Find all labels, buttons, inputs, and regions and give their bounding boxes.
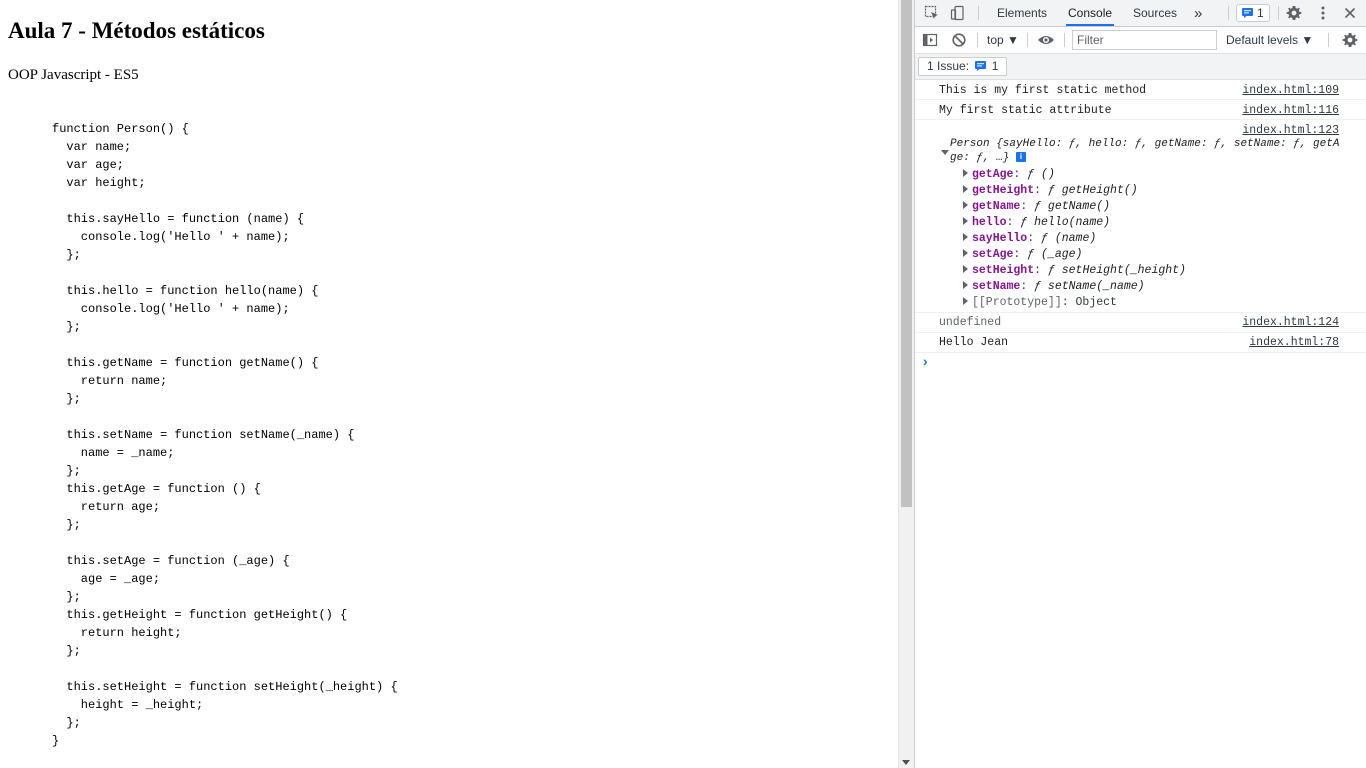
expand-triangle-icon[interactable] [963,233,968,241]
object-property-row[interactable]: setName: ƒ setName(_name) [963,280,1145,293]
issues-count: 1 [1257,6,1264,20]
log-levels-dropdown[interactable]: Default levels ▼ [1226,33,1313,47]
more-tabs-button[interactable]: » [1192,0,1204,26]
tab-sources[interactable]: Sources [1131,0,1179,26]
object-property-row[interactable]: setHeight: ƒ setHeight(_height) [963,264,1186,277]
object-property-row[interactable]: getName: ƒ getName() [963,200,1110,213]
filter-input[interactable] [1072,30,1217,50]
expand-triangle-icon[interactable] [963,281,968,289]
object-property-row[interactable]: setAge: ƒ (_age) [963,248,1082,261]
devtools-panel: Elements Console Sources » 1 top ▼ Filte… [914,0,1366,768]
show-sidebar-icon[interactable] [922,32,938,48]
console-message: Hello Jean index.html:78 [915,333,1366,353]
toolbar-divider [1228,6,1229,20]
close-icon[interactable] [1342,5,1358,21]
source-link[interactable]: index.html:124 [1242,316,1339,329]
console-output: This is my first static method index.htm… [915,80,1366,353]
live-expression-eye-icon[interactable] [1037,32,1054,48]
object-property-row[interactable]: getAge: ƒ () [963,168,1055,181]
scrollbar-thumb[interactable] [901,0,912,507]
source-link[interactable]: index.html:78 [1249,336,1339,349]
console-object-message: index.html:123 Person {sayHello: ƒ, hell… [915,120,1366,313]
source-link[interactable]: index.html:109 [1242,84,1339,97]
context-selector[interactable]: top ▼ [987,33,1019,47]
page-title: Aula 7 - Métodos estáticos [8,18,265,43]
tab-elements[interactable]: Elements [995,0,1049,26]
console-message: My first static attribute index.html:116 [915,100,1366,120]
expand-triangle-icon[interactable] [963,249,968,257]
console-message-text: This is my first static method [939,84,1147,97]
issues-bar: 1 Issue: 1 [915,54,1366,80]
more-options-icon[interactable] [1315,5,1331,21]
expand-triangle-icon[interactable] [963,169,968,177]
console-prompt[interactable]: › [923,353,928,369]
console-message: This is my first static method index.htm… [915,80,1366,100]
page-subtitle: OOP Javascript - ES5 [8,67,139,83]
devtools-tabbar: Elements Console Sources » 1 [915,0,1366,27]
gear-icon[interactable] [1286,5,1302,21]
issues-bar-count: 1 [991,59,999,73]
page-scrollbar[interactable] [898,0,914,768]
console-message-text: Hello Jean [939,336,1009,349]
console-message-text: My first static attribute [939,104,1112,117]
toolbar-divider [1027,33,1028,47]
message-icon [1242,8,1253,18]
object-property-row[interactable]: hello: ƒ hello(name) [963,216,1110,229]
clear-console-icon[interactable] [951,32,967,48]
expand-triangle-icon[interactable] [963,297,968,305]
web-page: Aula 7 - Métodos estáticos OOP Javascrip… [0,0,898,768]
expand-triangle-icon[interactable] [963,201,968,209]
source-link[interactable]: index.html:116 [1242,104,1339,117]
object-property-row[interactable]: sayHello: ƒ (name) [963,232,1096,245]
info-icon[interactable]: i [1016,152,1027,162]
inspect-element-icon[interactable] [924,5,940,21]
toolbar-divider [1328,33,1329,47]
object-summary-line[interactable]: Person {sayHello: ƒ, hello: ƒ, getName: … [950,138,1339,150]
scroll-down-arrow-icon[interactable] [902,760,910,765]
issues-link[interactable]: 1 Issue: 1 [918,57,1008,76]
code-block: function Person() { var name; var age; v… [52,122,398,748]
collapse-triangle-icon[interactable] [941,150,949,155]
issues-counter-button[interactable]: 1 [1236,4,1270,22]
tab-console[interactable]: Console [1066,0,1115,26]
toolbar-divider [1278,6,1279,20]
expand-triangle-icon[interactable] [963,185,968,193]
console-message-text: undefined [939,316,1002,329]
console-settings-gear-icon[interactable] [1342,32,1358,48]
expand-triangle-icon[interactable] [963,265,968,273]
console-message: undefined index.html:124 [915,313,1366,333]
message-icon [975,61,987,71]
source-link[interactable]: index.html:123 [1242,124,1339,137]
console-toolbar: top ▼ Default levels ▼ [915,27,1366,54]
expand-triangle-icon[interactable] [963,217,968,225]
toolbar-divider [977,33,978,47]
issues-label: 1 Issue: [927,59,970,73]
toolbar-divider [1064,33,1065,47]
toolbar-divider [978,6,979,20]
device-toolbar-icon[interactable] [950,5,966,21]
object-summary-line-wrap[interactable]: ge: ƒ, …} i [950,152,1027,164]
object-prototype-row[interactable]: [[Prototype]]: Object [963,296,1117,309]
object-property-row[interactable]: getHeight: ƒ getHeight() [963,184,1138,197]
